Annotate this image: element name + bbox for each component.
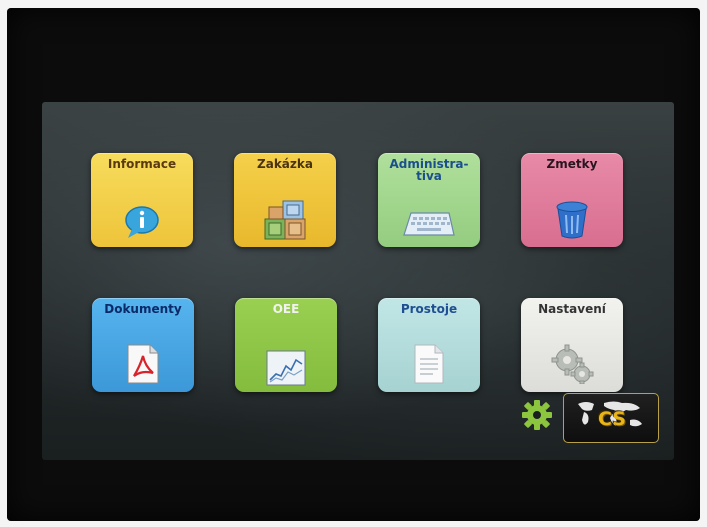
oee-chart-icon [266,350,306,386]
tile-label: Zmetky [546,157,598,171]
tile-label: Dokumenty [104,302,182,316]
gear-icon [522,400,552,430]
tile-label: Nastavení [538,302,606,316]
pdf-document-icon [127,344,159,384]
tile-label: Administra- tiva [389,157,469,183]
gears-icon [551,344,594,384]
language-code: CS [598,408,626,430]
tile-prostoje[interactable]: Prostoje [378,298,480,392]
tile-nastaveni[interactable]: Nastavení [521,298,623,392]
tile-dokumenty[interactable]: Dokumenty [92,298,194,392]
tile-administrativa[interactable]: Administra- tiva [378,153,480,247]
settings-button[interactable] [520,398,554,432]
blocks-icon [264,200,306,240]
tile-informace[interactable]: Informace [91,153,193,247]
keyboard-icon [403,212,455,236]
tile-label: OEE [272,302,300,316]
trash-bin-icon [556,201,588,239]
info-bubble-icon [125,206,159,238]
document-lines-icon [414,344,444,384]
tile-zmetky[interactable]: Zmetky [521,153,623,247]
tile-oee[interactable]: OEE [235,298,337,392]
tile-zakazka[interactable]: Zakázka [234,153,336,247]
tile-label: Zakázka [257,157,313,171]
language-button[interactable]: CS [563,393,659,443]
main-screen: Informace Zakázka Administra- tiva Zmetk… [42,102,674,460]
tile-label: Informace [107,157,177,171]
tile-label: Prostoje [400,302,458,316]
